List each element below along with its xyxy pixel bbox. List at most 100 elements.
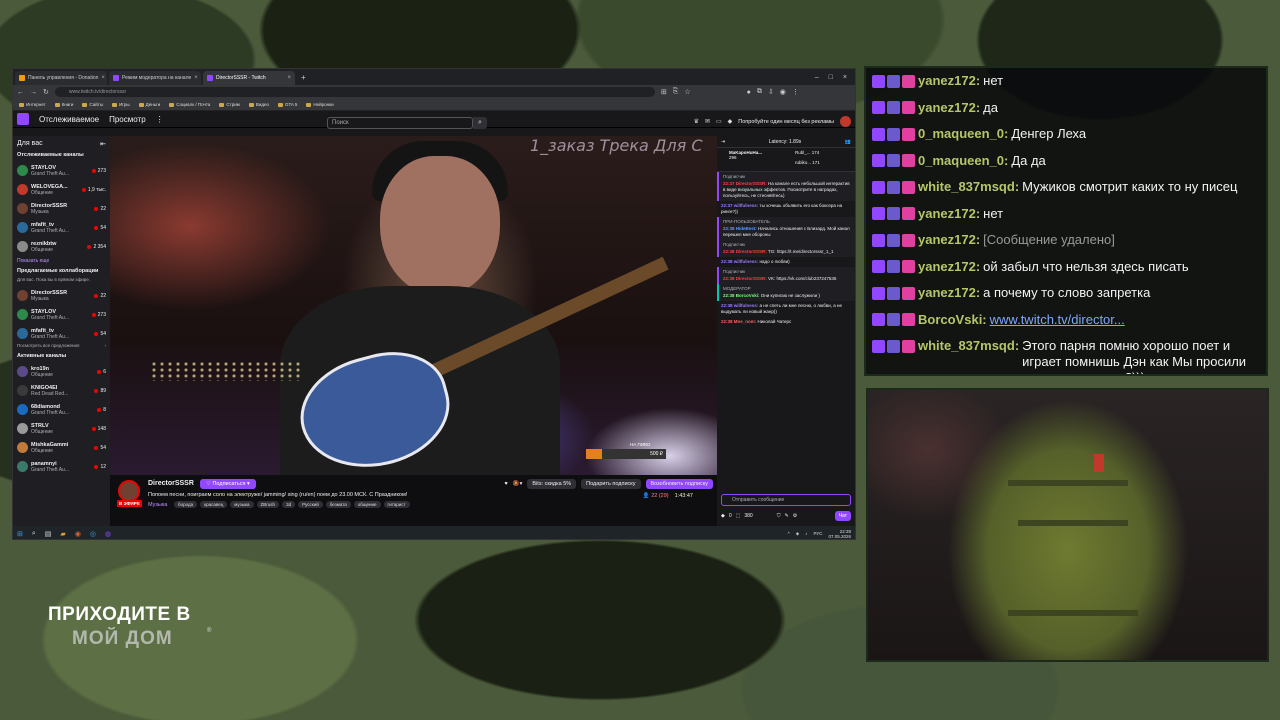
sidebar-channel-item[interactable]: reznikbtw Общение 2 354 xyxy=(17,237,106,256)
stream-tag[interactable]: ZBrush xyxy=(256,501,280,508)
bookmark-item[interactable]: Видео xyxy=(248,102,269,107)
install-icon[interactable]: ⊞ xyxy=(661,88,667,96)
bookmark-item[interactable]: Социалк / Почта xyxy=(169,102,210,107)
prime-crown-icon[interactable]: ♛ xyxy=(694,118,699,125)
chat-message[interactable]: Подписчик 22:37 DirectorSSSR: На канале е… xyxy=(717,172,855,201)
chat-input[interactable]: Отправить сообщение xyxy=(721,494,851,506)
collapse-chat-icon[interactable]: ⇥ xyxy=(721,139,725,145)
sidebar-channel-item[interactable]: MishkaGammi Общение 54 xyxy=(17,438,106,457)
language-indicator[interactable]: РУС xyxy=(813,531,822,536)
url-field[interactable]: www.twitch.tv/directorsssr xyxy=(54,87,655,97)
shield-icon[interactable]: ⛉ xyxy=(777,513,781,519)
windows-start-icon[interactable]: ⊞ xyxy=(17,530,23,538)
extensions-puzzle-icon[interactable]: ⧉ xyxy=(757,88,762,96)
whispers-icon[interactable]: ▭ xyxy=(716,118,722,125)
notification-bell-icon[interactable]: 🔕▾ xyxy=(513,481,523,487)
nav-browse[interactable]: Просмотр xyxy=(109,115,146,124)
close-tab-icon[interactable]: × xyxy=(194,75,198,81)
stream-tag[interactable]: красавец xyxy=(200,501,228,508)
search-icon[interactable]: ⌕ xyxy=(32,530,36,538)
collapse-sidebar-icon[interactable]: ⇤ xyxy=(100,140,106,148)
volume-icon[interactable]: ♪ xyxy=(805,531,807,536)
nav-more-icon[interactable]: ⋮ xyxy=(156,115,164,124)
tray-expand-icon[interactable]: ^ xyxy=(788,531,790,536)
stream-tag[interactable]: Русский xyxy=(298,501,323,508)
bits-icon[interactable]: ◆ xyxy=(721,513,725,519)
stream-tag[interactable]: музыка xyxy=(230,501,254,508)
video-player[interactable]: 1_заказ Трека Для С НА ПИВО 500 ₽ xyxy=(110,136,717,475)
sidebar-channel-item[interactable]: panamnyi Grand Theft Au... 12 xyxy=(17,457,106,476)
twitch-search-input[interactable]: Поиск xyxy=(327,117,473,129)
sidebar-channel-item[interactable]: STAYLOV Grand Theft Au... 273 xyxy=(17,305,106,324)
chat-username[interactable]: 22:38 DirectorSSSR: xyxy=(723,276,767,281)
close-tab-icon[interactable]: × xyxy=(101,75,105,81)
file-explorer-icon[interactable]: ▰ xyxy=(60,530,65,538)
chat-username[interactable]: 22:37 willfulness: xyxy=(721,203,758,208)
channel-points-icon[interactable]: ⬚ xyxy=(736,513,741,519)
system-clock[interactable]: 22:39 07.05.2026 xyxy=(828,529,851,539)
bookmark-item[interactable]: Деньги xyxy=(138,102,160,107)
close-window-icon[interactable]: × xyxy=(843,71,847,85)
maximize-icon[interactable]: □ xyxy=(829,71,833,85)
forward-icon[interactable]: → xyxy=(30,89,37,96)
sidebar-channel-item[interactable]: mfafit_tv Grand Theft Au... 54 xyxy=(17,324,106,343)
chat-message[interactable]: ПРИ-ПОЛЬЗОВАТЕЛЬ 22:38 HideBest: Начались… xyxy=(717,217,855,240)
sidebar-channel-item[interactable]: KNIGO4EI Red Dead Red... 89 xyxy=(17,381,106,400)
sidebar-channel-item[interactable]: 68diamond Grand Theft Au... 8 xyxy=(17,400,106,419)
user-avatar[interactable] xyxy=(840,116,851,127)
chat-message[interactable]: 22:37 willfulness: ты хочешь объявить ег… xyxy=(717,201,855,217)
gifter-1[interactable]: MaKapoHuHa... 296 xyxy=(729,150,762,160)
firefox-icon[interactable]: ◉ xyxy=(75,530,81,538)
chat-username[interactable]: 22:38 Mne_nom: xyxy=(721,319,756,324)
chat-username[interactable]: 22:38 BorcoVski: xyxy=(723,293,760,298)
reload-icon[interactable]: ↻ xyxy=(43,88,49,96)
stream-tag[interactable]: 3d xyxy=(282,501,296,508)
sidebar-channel-item[interactable]: WELOVEGA... Общение 1,9 тыс. xyxy=(17,180,106,199)
network-icon[interactable]: ◈ xyxy=(796,531,799,537)
bookmark-item[interactable]: Сайты xyxy=(82,102,103,107)
bookmark-item[interactable]: GTA 5 xyxy=(277,102,297,107)
chat-username[interactable]: 22:38 HideBest: xyxy=(723,226,757,231)
nav-following[interactable]: Отслеживаемое xyxy=(39,115,99,124)
app-icon[interactable]: ◍ xyxy=(105,530,111,538)
browser-tab-directorsssr[interactable]: DirectorSSSR - Twitch × xyxy=(203,71,295,85)
gifter-2[interactable]: Rubl_... 174 xyxy=(795,150,819,155)
profile-icon[interactable]: ◉ xyxy=(780,88,786,96)
chat-username[interactable]: 22:37 DirectorSSSR: xyxy=(723,181,767,186)
stream-tag[interactable]: безмата xyxy=(325,501,351,508)
share-icon[interactable]: ⎘ xyxy=(673,88,679,96)
bookmark-item[interactable]: Игры xyxy=(112,102,130,107)
stream-tag[interactable]: гитарист xyxy=(383,501,410,508)
stream-tag[interactable]: общение xyxy=(353,501,381,508)
inbox-icon[interactable]: ✉ xyxy=(705,118,710,125)
close-tab-icon[interactable]: × xyxy=(287,75,291,81)
bookmark-item[interactable]: Интернет xyxy=(19,102,46,107)
chat-message[interactable]: 22:38 willfulness: надо о любви) xyxy=(717,257,855,267)
bits-icon[interactable]: ◆ xyxy=(728,118,733,125)
chat-message[interactable]: Подписчик 22:38 DirectorSSSR: TG: https:/… xyxy=(717,240,855,257)
new-tab-button[interactable]: + xyxy=(297,71,310,85)
twitch-logo-icon[interactable] xyxy=(17,113,29,125)
chat-send-button[interactable]: Чат xyxy=(834,511,851,521)
browser-tab-donation[interactable]: Панель управления - Donation × xyxy=(15,71,107,85)
bits-button[interactable]: Bits: скидка 5% xyxy=(527,479,577,489)
search-icon[interactable]: ⌕ xyxy=(473,117,487,129)
view-all-suggestions[interactable]: Посмотреть все предложения › xyxy=(17,343,106,349)
sidebar-channel-item[interactable]: kro19n Общение 6 xyxy=(17,362,106,381)
show-more-link[interactable]: Показать еще xyxy=(17,258,106,264)
browser-tab-moderator[interactable]: Режим модератора на канале × xyxy=(109,71,201,85)
resume-sub-button[interactable]: Возобновить подписку xyxy=(645,479,713,489)
chat-message[interactable]: Подписчик 22:38 DirectorSSSR: VK: https:/… xyxy=(717,267,855,284)
bookmark-star-icon[interactable]: ☆ xyxy=(684,88,690,96)
sidebar-channel-item[interactable]: STRLV Общение 148 xyxy=(17,419,106,438)
task-view-icon[interactable]: ▤ xyxy=(45,530,52,538)
sidebar-channel-item[interactable]: mfafit_tv Grand Theft Au... 54 xyxy=(17,218,106,237)
back-icon[interactable]: ← xyxy=(17,89,24,96)
users-icon[interactable]: 👥 xyxy=(845,139,851,145)
bookmark-item[interactable]: Нейронки xyxy=(306,102,334,107)
pencil-icon[interactable]: ✎ xyxy=(784,513,788,519)
chat-username[interactable]: 22:38 willfulness: xyxy=(721,259,758,264)
gifter-3[interactable]: rubiko... 171 xyxy=(795,160,820,165)
bookmark-item[interactable]: Книги xyxy=(54,102,73,107)
channel-name[interactable]: DirectorSSSR xyxy=(148,480,194,487)
